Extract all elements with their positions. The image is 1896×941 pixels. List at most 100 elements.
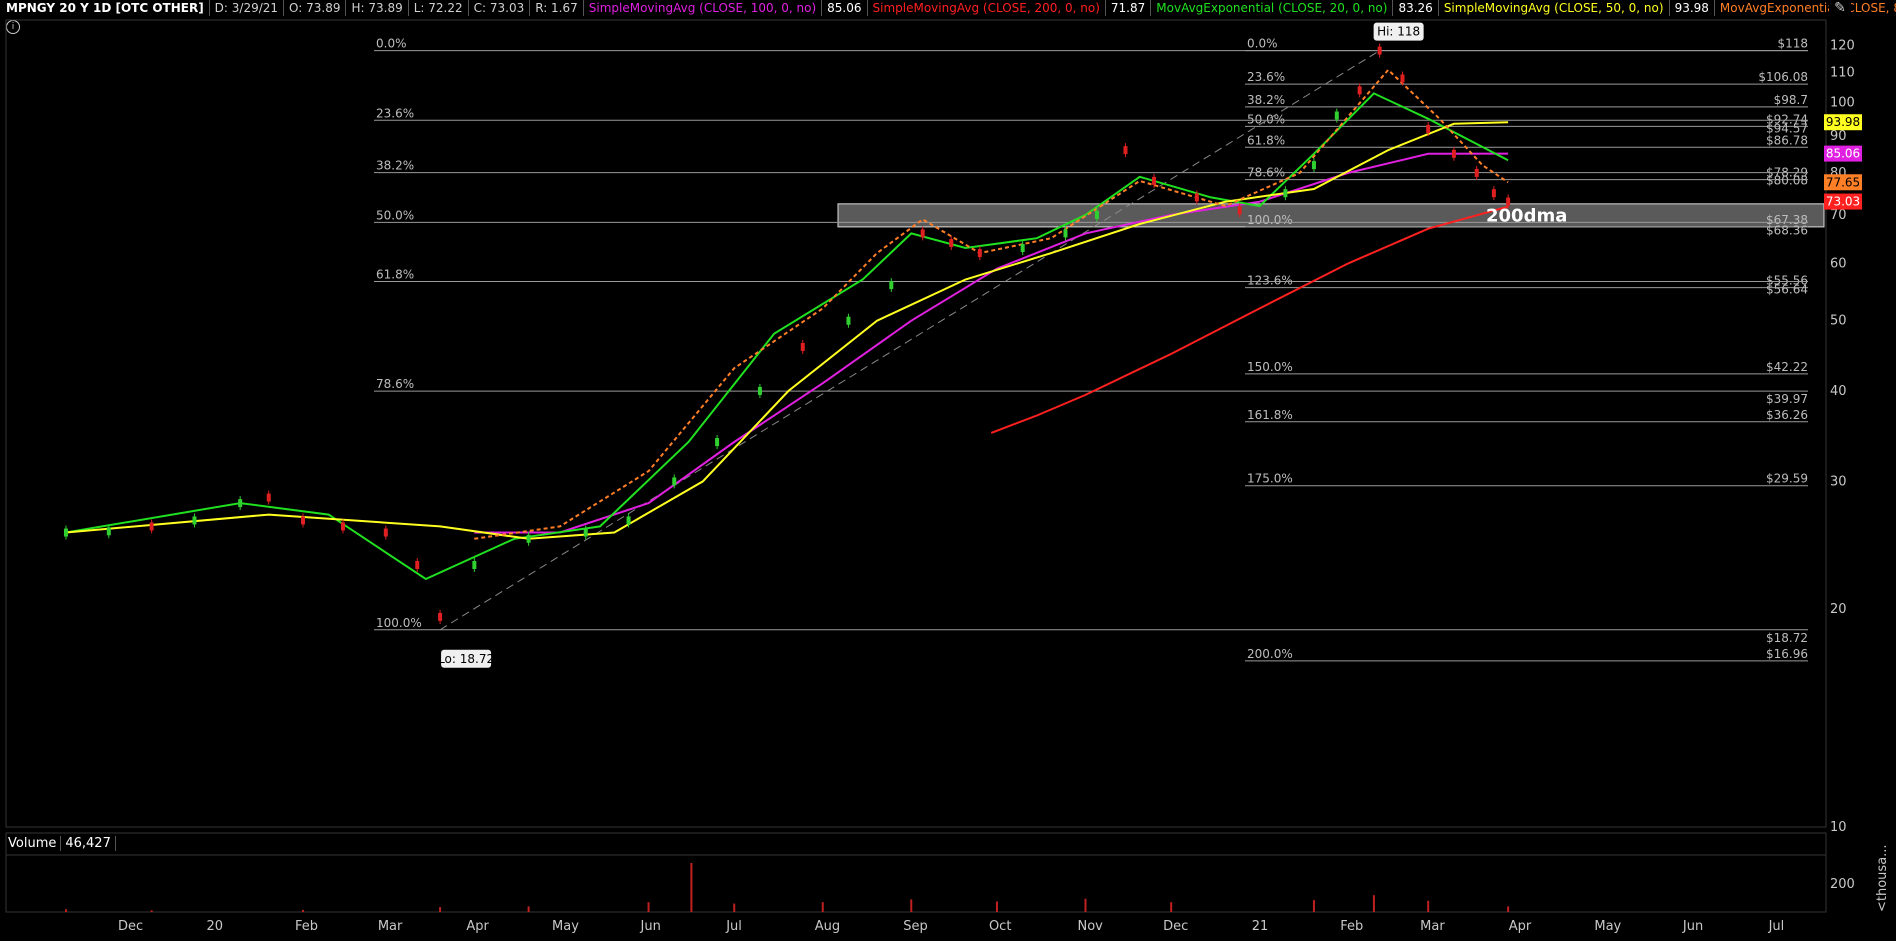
candle-body	[106, 527, 111, 536]
fib-level-label: 23.6%	[376, 106, 414, 120]
candle-body	[63, 528, 68, 537]
price-tag-value: 85.06	[1826, 147, 1860, 161]
x-tick-label: Aug	[815, 919, 840, 934]
x-tick-label: Sep	[903, 919, 928, 934]
x-tick-label: Mar	[378, 919, 403, 934]
x-tick-label: Feb	[295, 919, 318, 934]
fib-level-label: 38.2%	[376, 159, 414, 173]
volume-value: 46,427	[61, 836, 116, 851]
x-tick-label: May	[552, 919, 579, 934]
fib-price-label: $106.08	[1758, 70, 1808, 84]
volume-bar	[733, 903, 736, 912]
volume-bar	[1507, 906, 1510, 912]
candle-body	[1334, 111, 1339, 120]
x-tick-label: Apr	[466, 919, 489, 934]
fib-level-label: 50.0%	[376, 208, 414, 222]
x-tick-label: Jul	[725, 919, 742, 934]
x-tick-label: Dec	[1163, 919, 1188, 934]
candle-body	[192, 516, 197, 525]
fib-price-label: $39.97	[1766, 392, 1808, 406]
candle-body	[526, 534, 531, 543]
fib-price-label: $86.78	[1766, 133, 1808, 147]
x-tick-label: 20	[206, 919, 223, 934]
volume-pane-frame	[5, 832, 1827, 913]
y-tick-label: 70	[1830, 208, 1847, 223]
volume-bar	[690, 863, 693, 912]
x-tick-label: May	[1594, 919, 1621, 934]
fib-level-label: 50.0%	[1247, 112, 1285, 126]
candle-body	[1152, 176, 1157, 185]
y-tick-label: 60	[1830, 256, 1847, 271]
volume-bar	[64, 909, 67, 912]
x-tick-label: Jul	[1768, 919, 1785, 934]
candle-body	[1474, 168, 1479, 177]
series-line	[474, 68, 1509, 540]
fib-level-label: 200.0%	[1247, 647, 1293, 661]
candle-body	[949, 239, 954, 248]
y-tick-label: 10	[1830, 820, 1847, 835]
fib-level-label: 23.6%	[1247, 70, 1285, 84]
hi-label: Hi: 118	[1373, 22, 1424, 41]
volume-bar	[995, 901, 998, 912]
candle-body	[340, 522, 345, 531]
x-tick-label: Dec	[118, 919, 143, 934]
fib-level-label: 175.0%	[1247, 472, 1293, 486]
volume-bar	[821, 902, 824, 912]
x-tick-label: Mar	[1420, 919, 1445, 934]
x-tick-label: Jun	[640, 919, 661, 934]
lo-label: Lo: 18.72	[438, 649, 494, 668]
candle-body	[472, 561, 477, 569]
x-tick-label: Oct	[989, 919, 1011, 934]
volume-bar	[1427, 900, 1430, 912]
y-tick-label: 20	[1830, 602, 1847, 617]
fib-price-label: $98.7	[1774, 93, 1808, 107]
price-tag-value: 93.98	[1826, 115, 1860, 129]
candle-body	[1357, 86, 1362, 95]
volume-bar	[1170, 902, 1173, 912]
fib-price-label: $94.57	[1766, 121, 1808, 135]
fib-price-label: $36.26	[1766, 408, 1808, 422]
candle-body	[672, 477, 677, 486]
candle-body	[583, 528, 588, 537]
price-chart[interactable]: 102030405060708090100110120Dec 20 Feb Mar Ap…	[0, 0, 1896, 941]
volume-legend: Volume 46,427	[4, 836, 116, 851]
candle-body	[149, 522, 154, 531]
candle-body	[238, 499, 243, 508]
volume-bar	[647, 902, 650, 912]
fib-level-label: 61.8%	[1247, 133, 1285, 147]
candle-body	[1491, 189, 1496, 198]
price-tag-value: 77.65	[1826, 175, 1860, 189]
trend-line	[439, 50, 1380, 631]
candle-body	[438, 612, 443, 621]
candle-body	[1237, 206, 1242, 215]
x-tick-label: Feb	[1340, 919, 1363, 934]
x-tick-label: 21	[1252, 919, 1269, 934]
fib-level-label: 78.6%	[376, 377, 414, 391]
price-pane-frame	[5, 19, 1827, 828]
fib-price-label: $29.59	[1766, 472, 1808, 486]
fib-level-label: 100.0%	[1247, 213, 1293, 227]
fib-price-label: $80.08	[1766, 174, 1808, 188]
fib-level-label: 38.2%	[1247, 93, 1285, 107]
candle-body	[415, 561, 420, 569]
lo-label-text: Lo: 18.72	[438, 652, 494, 666]
volume-axis-tick: 200	[1830, 877, 1855, 892]
volume-bar	[1372, 895, 1375, 912]
fib-level-label: 0.0%	[376, 37, 407, 51]
candle-body	[1194, 193, 1199, 202]
candle-body	[301, 516, 306, 525]
fib-price-label: $118	[1777, 37, 1808, 51]
fib-level-label: 150.0%	[1247, 360, 1293, 374]
fib-price-label: $42.22	[1766, 360, 1808, 374]
series-line	[65, 92, 1509, 581]
volume-bar	[910, 899, 913, 912]
candle-body	[1506, 197, 1511, 206]
support-zone	[837, 203, 1825, 228]
y-tick-label: 100	[1830, 96, 1855, 111]
candle-body	[715, 438, 720, 447]
fib-price-label: $16.96	[1766, 647, 1808, 661]
candle-body	[1451, 149, 1456, 158]
fib-price-label: $56.64	[1766, 283, 1808, 297]
candle-body	[757, 386, 762, 395]
volume-bar	[1312, 900, 1315, 912]
